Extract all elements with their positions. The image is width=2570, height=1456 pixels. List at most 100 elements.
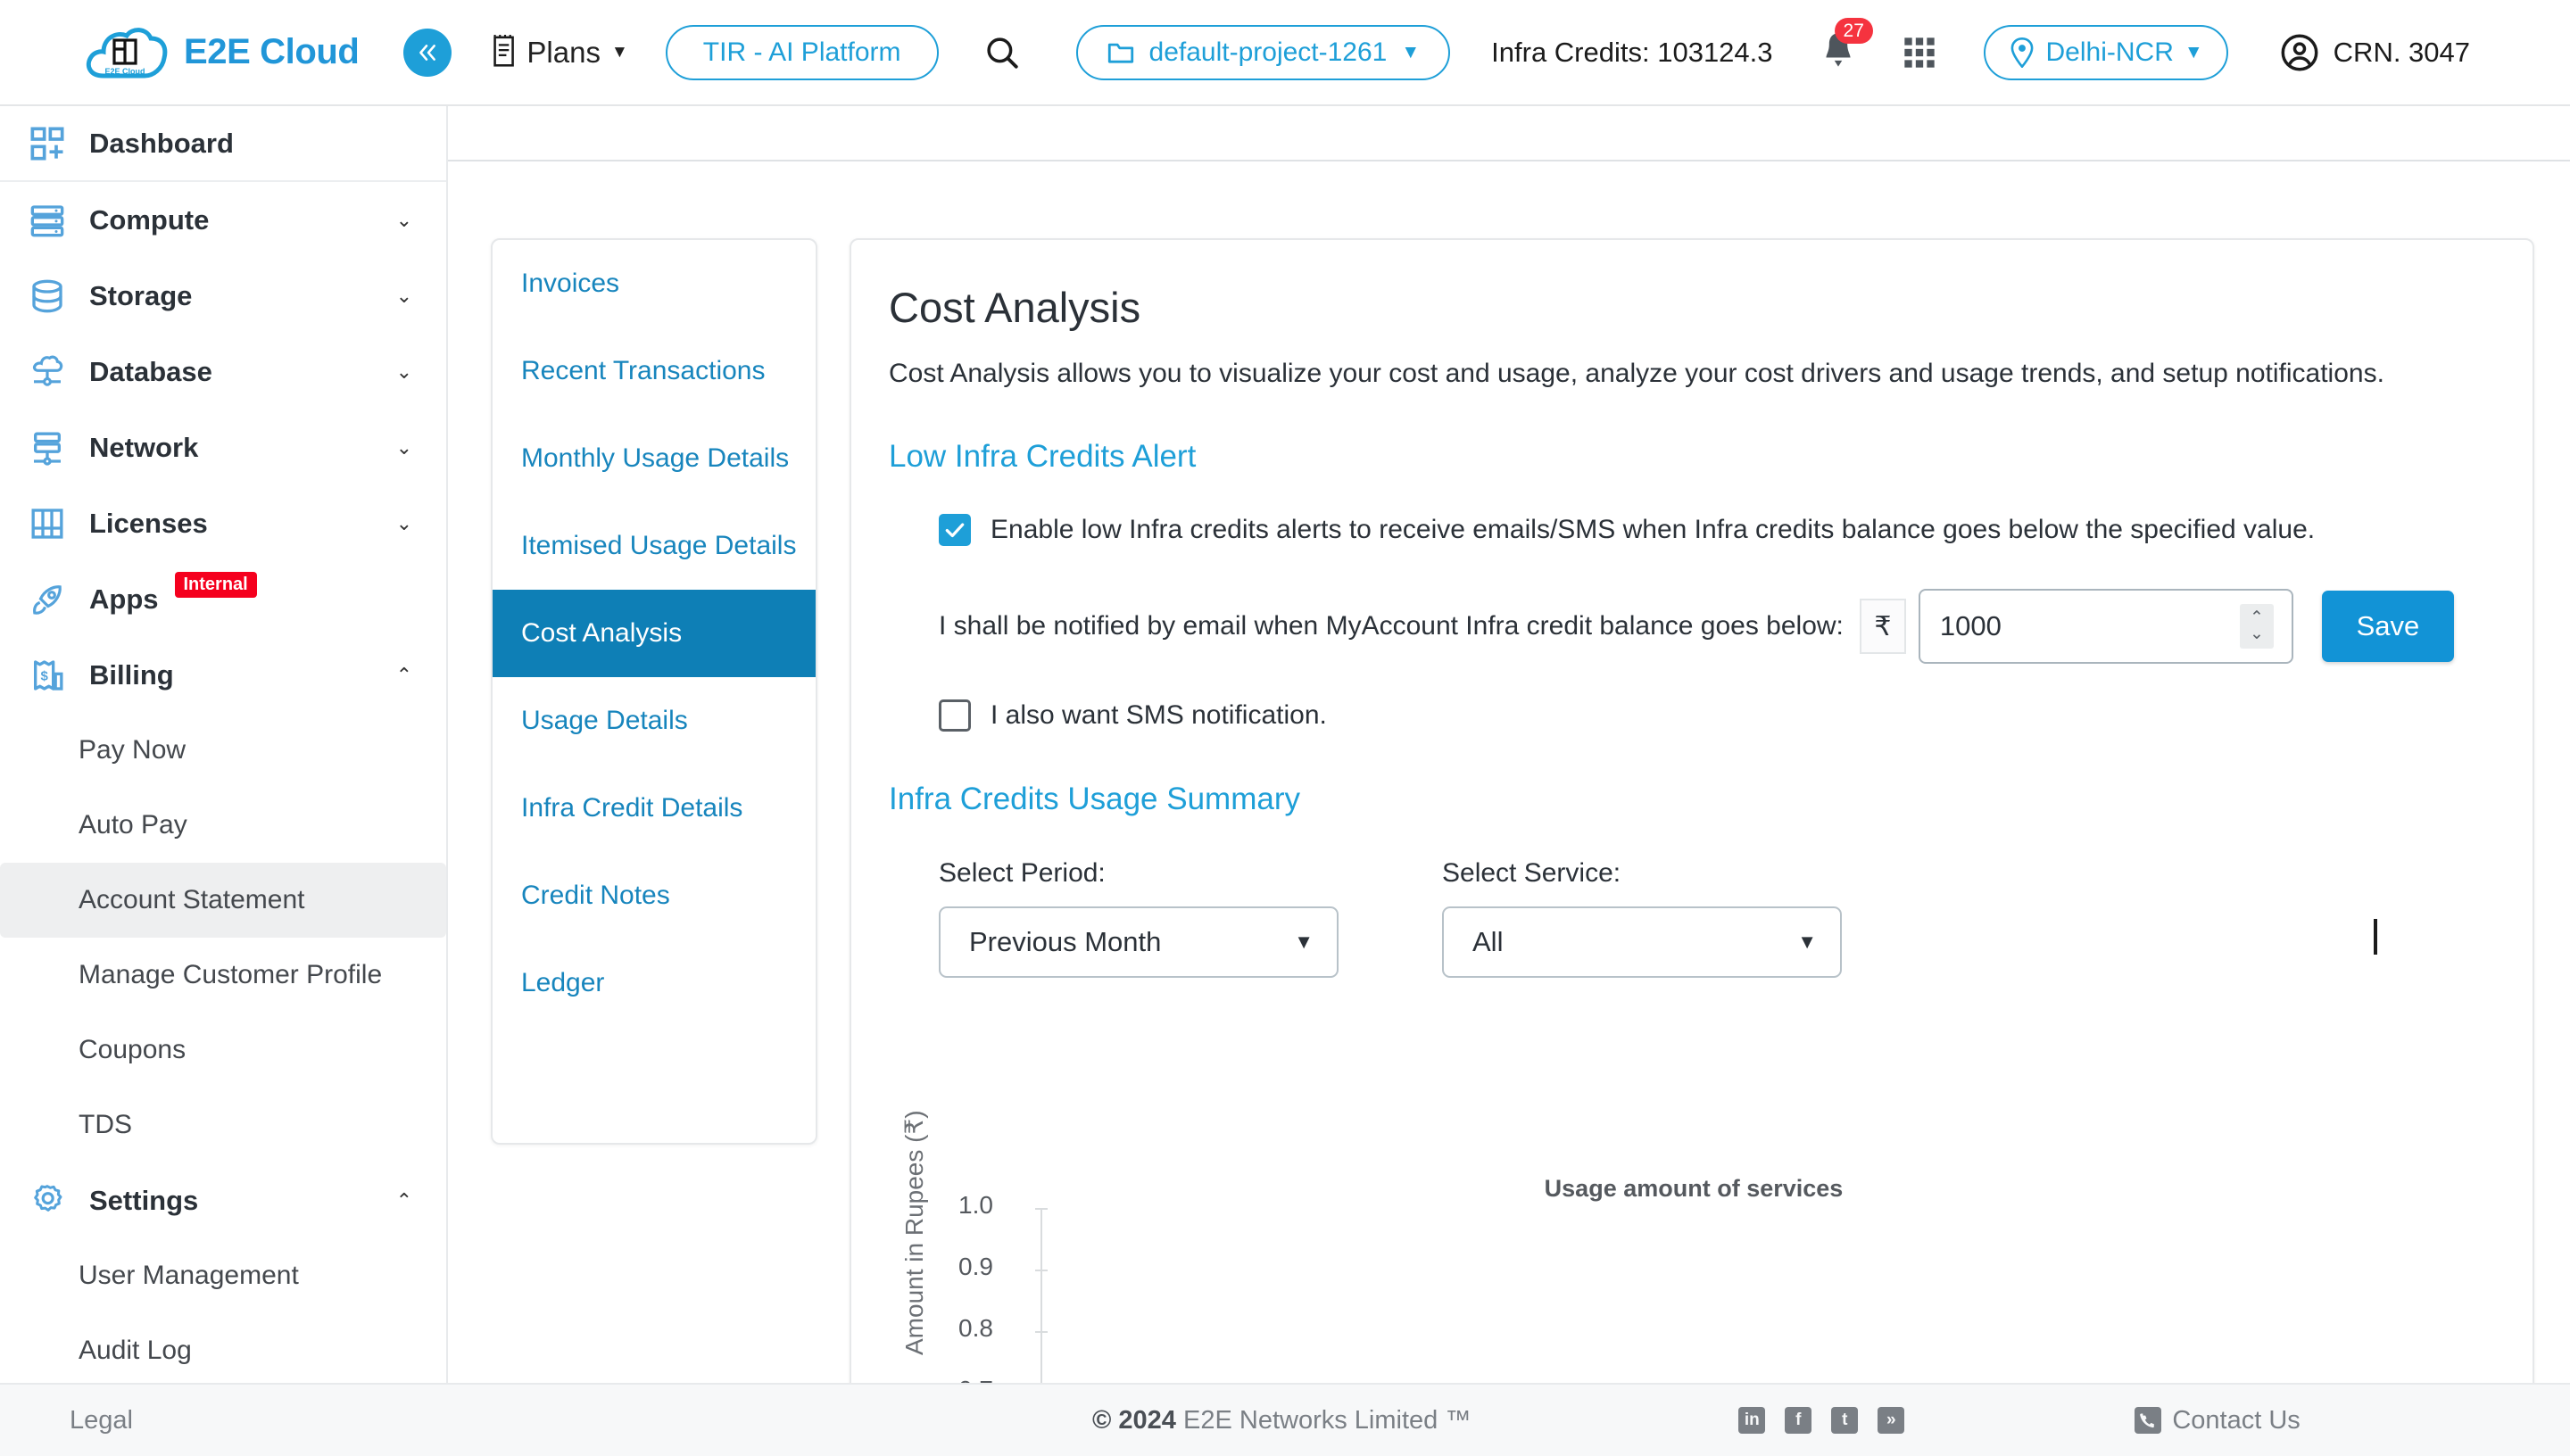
sidebar-item-pay-now[interactable]: Pay Now (0, 713, 446, 788)
crn-label: CRN. 3047 (2333, 36, 2471, 68)
sidebar-item-storage[interactable]: Storage ⌄ (0, 258, 446, 334)
stepper-down-icon[interactable]: ⌄ (2250, 625, 2264, 642)
chart-y-tick-mark (1035, 1331, 1048, 1333)
double-chevron-left-icon (419, 44, 436, 61)
chevron-down-icon: ⌄ (395, 435, 412, 459)
sidebar-item-label: Database (89, 355, 212, 387)
subnav-label: Itemised Usage Details (521, 531, 797, 560)
brand-name: E2E Cloud (184, 32, 360, 71)
subnav-item-infra-credit-details[interactable]: Infra Credit Details (493, 765, 816, 852)
contact-us-link[interactable]: Contact Us (2135, 1405, 2301, 1435)
notification-badge: 27 (1834, 18, 1873, 45)
subnav-item-monthly-usage-details[interactable]: Monthly Usage Details (493, 415, 816, 502)
period-select[interactable]: Previous Month ▼ (939, 906, 1339, 978)
sub-item-label: Account Statement (79, 885, 305, 914)
service-select[interactable]: All ▼ (1442, 906, 1842, 978)
subnav-label: Invoices (521, 269, 620, 298)
infra-credits-usage-summary-heading: Infra Credits Usage Summary (889, 782, 1300, 816)
sidebar-item-label: Network (89, 431, 199, 463)
sidebar-item-network[interactable]: Network ⌄ (0, 410, 446, 485)
brand-logo[interactable]: E2E Cloud E2E Cloud (82, 21, 360, 85)
sidebar-item-compute[interactable]: Compute ⌄ (0, 182, 446, 258)
subnav-item-invoices[interactable]: Invoices (493, 240, 816, 327)
apps-grid-button[interactable] (1902, 35, 1937, 70)
period-filter-group: Select Period: Previous Month ▼ (939, 858, 1339, 978)
sidebar-item-auto-pay[interactable]: Auto Pay (0, 788, 446, 863)
subnav-label: Ledger (521, 968, 605, 997)
sidebar-item-tds[interactable]: TDS (0, 1088, 446, 1162)
region-selector[interactable]: Delhi-NCR ▼ (1983, 24, 2228, 80)
chevron-down-icon: ▼ (1401, 41, 1421, 62)
sidebar-item-settings[interactable]: Settings ⌃ (0, 1162, 446, 1238)
sms-notification-row: I also want SMS notification. (939, 699, 2533, 732)
region-name: Delhi-NCR (2045, 37, 2174, 67)
service-filter-group: Select Service: All ▼ (1442, 858, 1842, 978)
sidebar-collapse-button[interactable] (403, 28, 452, 77)
chart-y-tick-mark (1035, 1270, 1048, 1271)
notifications-button[interactable]: 27 (1820, 18, 1873, 74)
subnav-label: Infra Credit Details (521, 793, 743, 823)
legal-label: Legal (70, 1405, 133, 1435)
sidebar-item-database[interactable]: Database ⌄ (0, 334, 446, 410)
account-menu[interactable]: CRN. 3047 (2280, 33, 2470, 72)
linkedin-icon[interactable]: in (1738, 1407, 1766, 1434)
subnav-item-recent-transactions[interactable]: Recent Transactions (493, 327, 816, 415)
legal-link[interactable]: Legal (0, 1383, 448, 1456)
rss-icon[interactable]: » (1878, 1407, 1905, 1434)
cost-analysis-panel: Cost Analysis Cost Analysis allows you t… (850, 238, 2534, 1416)
subnav-item-usage-details[interactable]: Usage Details (493, 677, 816, 765)
billing-subnav-panel: Invoices Recent Transactions Monthly Usa… (491, 238, 817, 1145)
subnav-item-ledger[interactable]: Ledger (493, 939, 816, 1027)
search-button[interactable] (983, 34, 1021, 71)
contact-us-label: Contact Us (2172, 1405, 2301, 1435)
chart-y-tick-label: 0.8 (958, 1314, 993, 1342)
sidebar-item-audit-log[interactable]: Audit Log (0, 1313, 446, 1383)
cloud-logo-icon: E2E Cloud (82, 21, 170, 85)
threshold-value: 1000 (1939, 610, 2002, 641)
sidebar-item-coupons[interactable]: Coupons (0, 1013, 446, 1088)
svg-text:E2E Cloud: E2E Cloud (104, 67, 145, 76)
number-stepper[interactable]: ⌃ ⌄ (2239, 604, 2274, 649)
subnav-label: Monthly Usage Details (521, 443, 790, 473)
sidebar-item-user-management[interactable]: User Management (0, 1238, 446, 1313)
enable-alert-checkbox[interactable] (939, 514, 971, 546)
twitter-icon[interactable]: t (1831, 1407, 1859, 1434)
sidebar-item-label: Billing (89, 658, 174, 691)
sidebar-item-account-statement[interactable]: Account Statement (0, 863, 446, 938)
sub-item-label: Pay Now (79, 735, 187, 765)
dashboard-icon (27, 123, 68, 164)
chevron-down-icon: ▼ (1797, 931, 1817, 953)
facebook-icon[interactable]: f (1785, 1407, 1812, 1434)
subnav-item-credit-notes[interactable]: Credit Notes (493, 852, 816, 939)
sidebar-item-dashboard[interactable]: Dashboard (0, 106, 446, 182)
save-button[interactable]: Save (2321, 591, 2454, 662)
tir-ai-platform-button[interactable]: TIR - AI Platform (665, 24, 939, 80)
folder-icon (1107, 43, 1133, 63)
sidebar-item-apps[interactable]: Apps Internal (0, 561, 446, 637)
plans-menu[interactable]: Plans ▼ (489, 34, 628, 70)
low-infra-credits-alert-heading: Low Infra Credits Alert (889, 439, 1197, 474)
threshold-input[interactable]: 1000 ⌃ ⌄ (1918, 589, 2293, 664)
subnav-item-itemised-usage-details[interactable]: Itemised Usage Details (493, 502, 816, 590)
sidebar-item-manage-customer-profile[interactable]: Manage Customer Profile (0, 938, 446, 1013)
chevron-down-icon: ▼ (1294, 931, 1314, 953)
project-selector[interactable]: default-project-1261 ▼ (1075, 24, 1451, 80)
chevron-down-icon: ⌄ (395, 511, 412, 534)
subnav-label: Usage Details (521, 706, 688, 735)
phone-icon (2135, 1407, 2162, 1434)
chart-title: Usage amount of services (1544, 1175, 1844, 1202)
sms-notification-checkbox[interactable] (939, 699, 971, 732)
billing-invoice-icon: $ (27, 655, 68, 696)
server-icon (27, 200, 68, 241)
subnav-item-cost-analysis[interactable]: Cost Analysis (493, 590, 816, 677)
main-content-area: Invoices Recent Transactions Monthly Usa… (448, 106, 2570, 1416)
internal-badge: Internal (174, 572, 257, 598)
sidebar-item-billing[interactable]: $ Billing ⌃ (0, 637, 446, 713)
sidebar-item-label: Storage (89, 279, 193, 311)
page-title: Cost Analysis (889, 284, 1141, 331)
chevron-down-icon: ⌄ (395, 360, 412, 383)
threshold-row: I shall be notified by email when MyAcco… (939, 589, 2533, 664)
threshold-label: I shall be notified by email when MyAcco… (939, 611, 1844, 641)
service-value: All (1472, 926, 1504, 957)
sidebar-item-licenses[interactable]: Licenses ⌄ (0, 485, 446, 561)
